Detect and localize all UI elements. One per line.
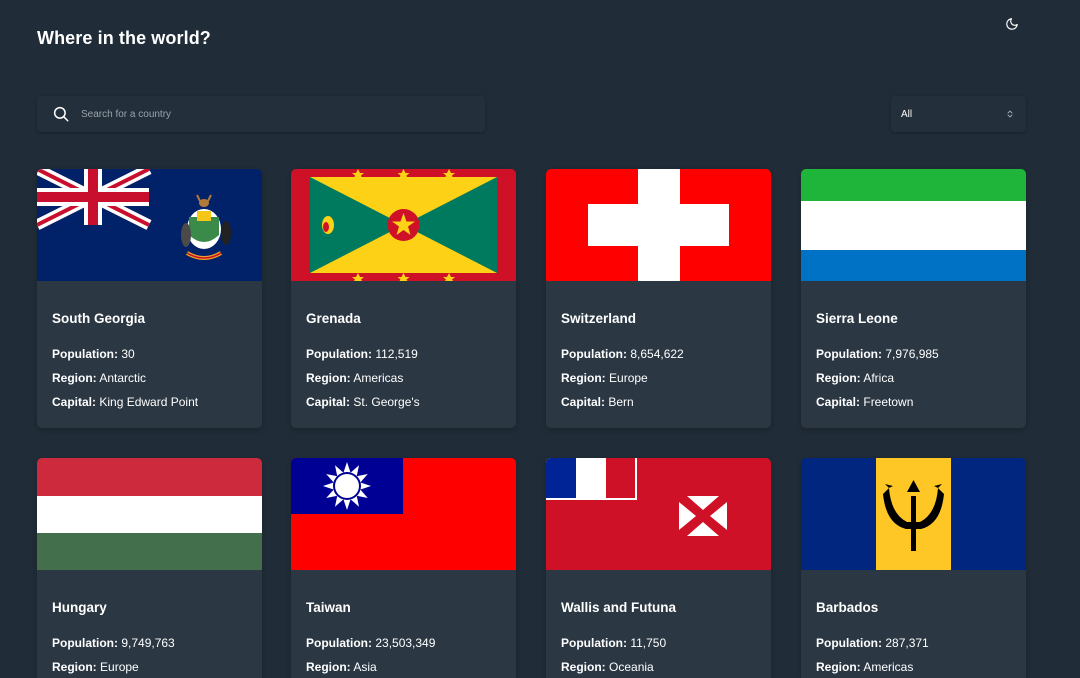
chevron-updown-icon [1006,109,1014,119]
theme-toggle-button[interactable] [998,10,1026,38]
population-stat: Population: 287,371 [816,636,929,650]
region-stat: Region: Americas [816,660,914,674]
population-stat: Population: 7,976,985 [816,347,939,361]
country-name: South Georgia [52,311,146,326]
country-card[interactable]: Wallis and Futuna Population: 11,750 Reg… [546,458,771,678]
capital-stat: Capital: Bern [561,395,634,409]
region-stat: Region: Africa [816,371,895,385]
population-stat: Population: 23,503,349 [306,636,436,650]
country-name: Wallis and Futuna [561,600,677,615]
flag-image-hungary [37,458,262,570]
country-name: Hungary [52,600,107,615]
region-stat: Region: Americas [306,371,404,385]
country-card[interactable]: South Georgia Population: 30 Region: Ant… [37,169,262,428]
region-filter-value: All [901,108,913,120]
population-stat: Population: 30 [52,347,135,361]
flag-image-taiwan [291,458,516,570]
population-stat: Population: 8,654,622 [561,347,684,361]
moon-icon [1005,17,1019,31]
country-card[interactable]: Hungary Population: 9,749,763 Region: Eu… [37,458,262,678]
population-stat: Population: 9,749,763 [52,636,175,650]
flag-image-switzerland [546,169,771,281]
country-name: Taiwan [306,600,351,615]
population-stat: Population: 112,519 [306,347,418,361]
search-input[interactable] [79,98,485,130]
country-name: Switzerland [561,311,637,326]
page-title: Where in the world? [37,28,211,48]
search-icon [52,105,70,123]
country-name: Grenada [306,311,361,326]
region-stat: Region: Antarctic [52,371,147,385]
flag-image-wallis-and-futuna [546,458,771,570]
region-stat: Region: Asia [306,660,377,674]
search-bar[interactable] [37,96,485,132]
region-stat: Region: Oceania [561,660,654,674]
flag-image-grenada [291,169,516,281]
region-stat: Region: Europe [52,660,139,674]
country-card[interactable]: Barbados Population: 287,371 Region: Ame… [801,458,1026,678]
country-card[interactable]: Grenada Population: 112,519 Region: Amer… [291,169,516,428]
capital-stat: Capital: St. George's [306,395,420,409]
flag-image-south-georgia [37,169,262,281]
country-card[interactable]: Taiwan Population: 23,503,349 Region: As… [291,458,516,678]
capital-stat: Capital: Freetown [816,395,914,409]
country-card[interactable]: Sierra Leone Population: 7,976,985 Regio… [801,169,1026,428]
flag-image-barbados [801,458,1026,570]
region-stat: Region: Europe [561,371,648,385]
capital-stat: Capital: King Edward Point [52,395,199,409]
population-stat: Population: 11,750 [561,636,667,650]
country-name: Sierra Leone [816,311,898,326]
country-name: Barbados [816,600,879,615]
flag-image-sierra-leone [801,169,1026,281]
country-card[interactable]: Switzerland Population: 8,654,622 Region… [546,169,771,428]
region-filter-select[interactable]: All [891,96,1026,132]
